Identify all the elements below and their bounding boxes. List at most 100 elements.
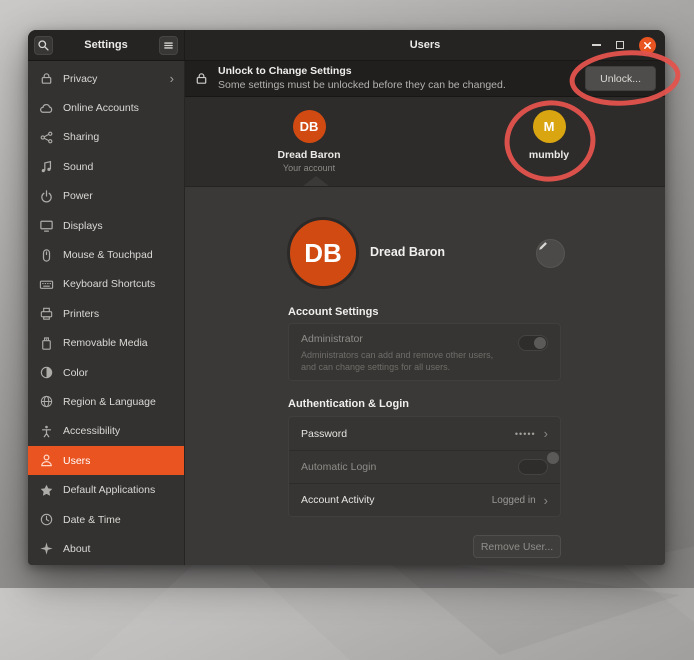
page-title: Users	[410, 39, 441, 51]
user-subtitle: Your account	[283, 163, 335, 173]
mouse-icon	[38, 247, 54, 263]
carousel-user-mumbly[interactable]: M mumbly	[494, 110, 604, 161]
sidebar-item-printers[interactable]: Printers	[28, 299, 184, 328]
globe-icon	[38, 394, 54, 410]
sidebar-item-online-accounts[interactable]: Online Accounts	[28, 93, 184, 122]
sparkle-icon	[38, 541, 54, 557]
clock-icon	[38, 512, 54, 528]
chevron-right-icon: ›	[544, 494, 548, 507]
administrator-toggle[interactable]	[518, 335, 548, 351]
sidebar-item-label: Default Applications	[63, 484, 155, 496]
sidebar-item-accessibility[interactable]: Accessibility	[28, 417, 184, 446]
profile-name: Dread Baron	[370, 245, 445, 259]
unlock-button[interactable]: Unlock...	[585, 66, 656, 91]
account-settings-card: Administrator Administrators can add and…	[288, 323, 561, 381]
hamburger-menu-icon	[162, 39, 175, 52]
account-activity-row[interactable]: Account Activity Logged in ›	[289, 483, 560, 516]
headerbar: Settings Users	[28, 30, 665, 61]
chevron-right-icon: ›	[170, 72, 174, 85]
section-title-account-settings: Account Settings	[288, 306, 378, 318]
sidebar-item-label: Power	[63, 190, 93, 202]
sidebar-item-label: Date & Time	[63, 514, 121, 526]
account-activity-label: Account Activity	[301, 494, 375, 506]
sidebar-item-label: Accessibility	[63, 425, 120, 437]
sidebar-item-label: Printers	[63, 308, 99, 320]
sidebar-item-label: About	[63, 543, 90, 555]
power-icon	[38, 188, 54, 204]
sidebar-item-label: Removable Media	[63, 337, 148, 349]
media-icon	[38, 335, 54, 351]
sidebar-item-removable-media[interactable]: Removable Media	[28, 329, 184, 358]
sidebar-item-sharing[interactable]: Sharing	[28, 123, 184, 152]
section-title-authentication: Authentication & Login	[288, 398, 409, 410]
keyboard-icon	[38, 276, 54, 292]
sidebar-item-label: Color	[63, 367, 88, 379]
password-label: Password	[301, 428, 347, 440]
password-row[interactable]: Password ••••• ›	[289, 417, 560, 450]
sidebar-item-label: Keyboard Shortcuts	[63, 278, 155, 290]
lock-icon	[194, 71, 209, 86]
sidebar-item-label: Displays	[63, 220, 103, 232]
printer-icon	[38, 306, 54, 322]
toggle-knob	[534, 337, 546, 349]
sidebar-item-label: Privacy	[63, 73, 97, 85]
automatic-login-label: Automatic Login	[301, 461, 376, 473]
maximize-button[interactable]	[616, 41, 624, 49]
sidebar-item-sound[interactable]: Sound	[28, 152, 184, 181]
sidebar-item-label: Online Accounts	[63, 102, 139, 114]
infobar-subtitle: Some settings must be unlocked before th…	[218, 79, 506, 92]
avatar: DB	[293, 110, 326, 143]
toggle-knob	[547, 452, 559, 464]
sidebar: Privacy › Online Accounts Sharing	[28, 61, 185, 565]
sidebar-item-region-language[interactable]: Region & Language	[28, 387, 184, 416]
sidebar-item-label: Sound	[63, 161, 93, 173]
sidebar-item-users[interactable]: Users	[28, 446, 184, 475]
edit-name-button[interactable]	[536, 239, 565, 268]
sidebar-item-power[interactable]: Power	[28, 182, 184, 211]
share-icon	[38, 129, 54, 145]
close-icon	[643, 41, 652, 50]
sidebar-header: Settings	[28, 30, 185, 60]
users-panel: Unlock to Change Settings Some settings …	[185, 61, 665, 565]
search-button[interactable]	[34, 36, 53, 55]
color-icon	[38, 365, 54, 381]
sidebar-item-default-applications[interactable]: Default Applications	[28, 475, 184, 504]
accessibility-icon	[38, 423, 54, 439]
sidebar-item-displays[interactable]: Displays	[28, 211, 184, 240]
automatic-login-toggle[interactable]	[518, 459, 548, 475]
administrator-label: Administrator	[301, 333, 548, 345]
sidebar-item-label: Region & Language	[63, 396, 156, 408]
sidebar-item-keyboard-shortcuts[interactable]: Keyboard Shortcuts	[28, 270, 184, 299]
administrator-description: Administrators can add and remove other …	[301, 349, 496, 373]
monitor-icon	[38, 218, 54, 234]
remove-user-button[interactable]: Remove User...	[473, 535, 561, 558]
sidebar-item-label: Users	[63, 455, 90, 467]
unlock-infobar: Unlock to Change Settings Some settings …	[185, 61, 665, 97]
lock-icon	[38, 71, 54, 87]
sidebar-item-privacy[interactable]: Privacy ›	[28, 64, 184, 93]
chevron-right-icon: ›	[544, 427, 548, 440]
user-name: Dread Baron	[277, 149, 340, 161]
close-button[interactable]	[639, 37, 656, 54]
sidebar-item-mouse-touchpad[interactable]: Mouse & Touchpad	[28, 240, 184, 269]
speaker-note-icon	[38, 159, 54, 175]
account-activity-value: Logged in	[492, 495, 536, 506]
profile-avatar[interactable]: DB	[287, 217, 359, 289]
menu-button[interactable]	[159, 36, 178, 55]
pencil-icon	[537, 240, 564, 252]
avatar: M	[533, 110, 566, 143]
sidebar-item-color[interactable]: Color	[28, 358, 184, 387]
sidebar-item-date-time[interactable]: Date & Time	[28, 505, 184, 534]
infobar-title: Unlock to Change Settings	[218, 65, 506, 78]
user-detail: DB Dread Baron Account Settings Administ…	[185, 187, 665, 565]
cloud-icon	[38, 100, 54, 116]
wallpaper-shape	[380, 555, 680, 655]
sidebar-item-label: Mouse & Touchpad	[63, 249, 153, 261]
carousel-user-dread-baron[interactable]: DB Dread Baron Your account	[254, 110, 364, 173]
star-icon	[38, 482, 54, 498]
person-icon	[38, 453, 54, 469]
user-name: mumbly	[529, 149, 569, 161]
settings-window: Settings Users	[28, 30, 665, 565]
sidebar-item-about[interactable]: About	[28, 534, 184, 563]
minimize-button[interactable]	[592, 44, 601, 46]
